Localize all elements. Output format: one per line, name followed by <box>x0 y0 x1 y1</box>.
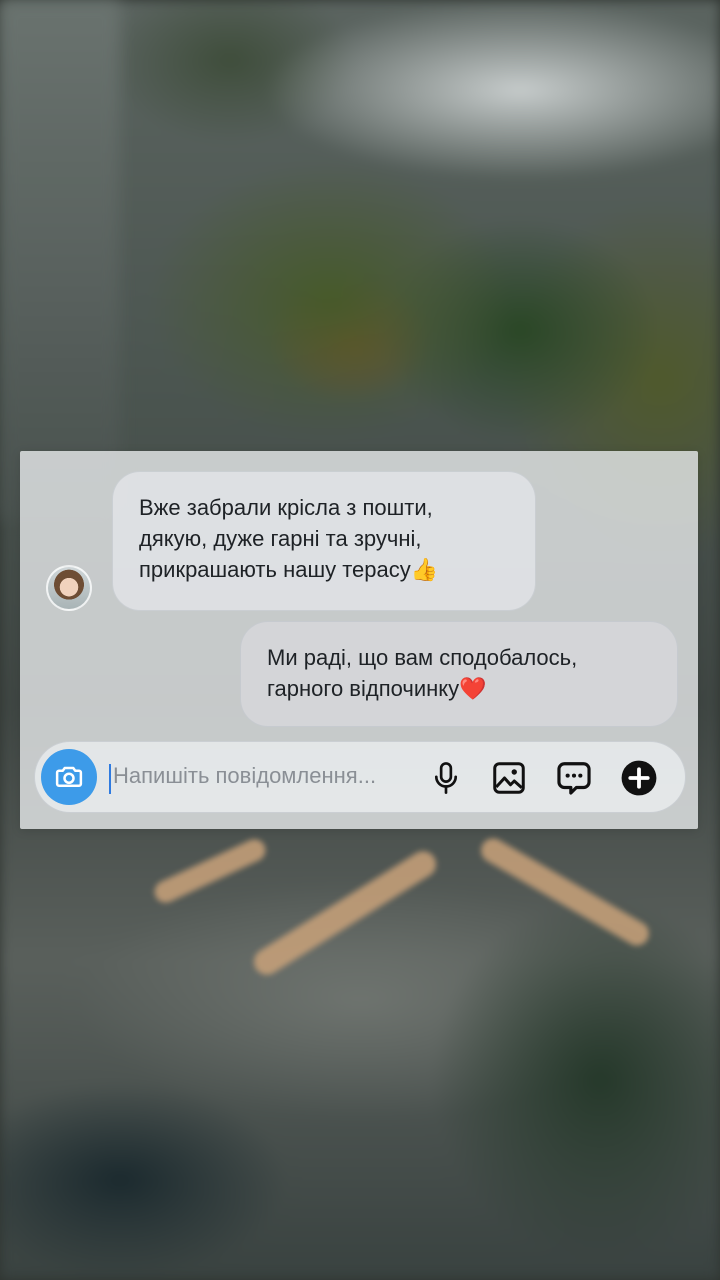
gallery-button[interactable] <box>488 757 530 799</box>
message-line: Ми раді, що вам сподобалось, <box>267 645 578 670</box>
message-line: Вже забрали крісла з пошти, <box>139 495 433 520</box>
camera-button[interactable] <box>41 749 97 805</box>
chat-bubble-dots-icon <box>557 762 591 795</box>
image-icon <box>493 762 525 794</box>
background-window-frame <box>0 0 120 520</box>
text-cursor <box>109 764 111 794</box>
camera-icon <box>55 766 83 787</box>
outgoing-message-bubble[interactable]: Ми раді, що вам сподобалось, гарного від… <box>240 621 678 727</box>
message-composer[interactable]: Напишіть повідомлення... <box>34 741 686 813</box>
message-line: гарного відпочинку❤️ <box>267 676 487 701</box>
story-screen: Вже забрали крісла з пошти, дякую, дуже … <box>0 0 720 1280</box>
plus-circle-icon <box>621 760 657 796</box>
incoming-message-bubble[interactable]: Вже забрали крісла з пошти, дякую, дуже … <box>112 471 536 611</box>
voice-message-button[interactable] <box>425 757 467 799</box>
sticker-button[interactable] <box>553 757 595 799</box>
user-avatar[interactable] <box>46 565 92 611</box>
message-input[interactable]: Напишіть повідомлення... <box>113 763 376 789</box>
chat-screenshot-card: Вже забрали крісла з пошти, дякую, дуже … <box>20 451 698 829</box>
message-line: дякую, дуже гарні та зручні, <box>139 526 422 551</box>
more-options-button[interactable] <box>618 757 660 799</box>
message-line: прикрашають нашу терасу👍 <box>139 557 439 582</box>
microphone-icon <box>434 762 458 794</box>
